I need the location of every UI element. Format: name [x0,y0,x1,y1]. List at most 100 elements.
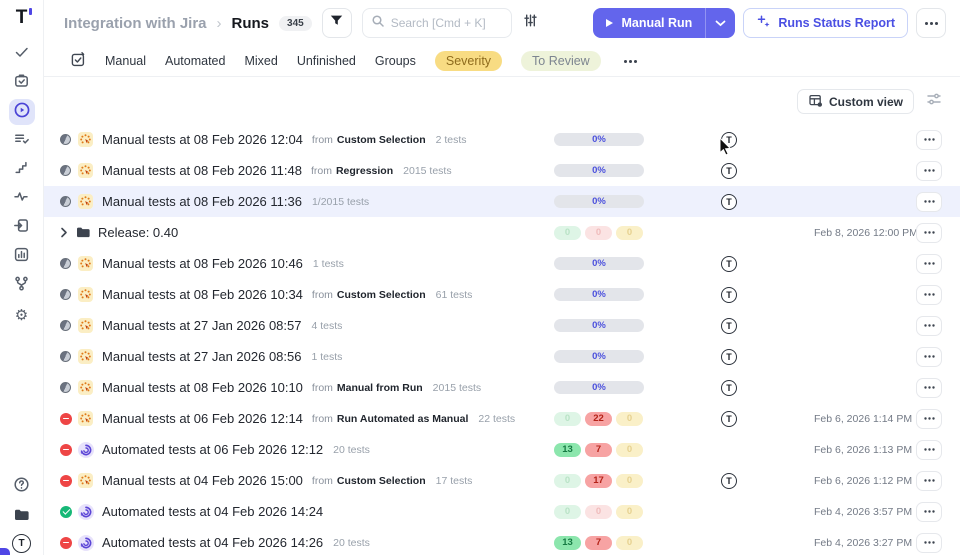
assignee-avatar[interactable]: T [721,162,737,179]
sidebar-item-runs[interactable] [8,99,35,125]
tests-count: 20 tests [333,536,370,549]
ellipsis-icon [923,262,927,265]
sidebar-item-reports[interactable] [9,244,35,270]
progress-bar: 0% [554,288,644,301]
assignee-avatar[interactable]: T [721,348,737,365]
run-row[interactable]: Manual tests at 04 Feb 2026 15:00 from C… [44,465,960,496]
assignee-avatar[interactable]: T [721,255,737,272]
import-box-icon [13,217,30,239]
row-menu-button[interactable] [916,160,942,181]
select-all-icon[interactable] [70,51,86,72]
manual-run-icon [78,411,93,426]
bar-chart-icon [13,246,30,268]
tab-automated[interactable]: Automated [165,54,225,68]
sidebar-item-projects[interactable] [9,504,35,530]
row-menu-button[interactable] [916,346,942,367]
assignee-avatar[interactable]: T [721,193,737,210]
manual-run-dropdown-button[interactable] [705,8,736,38]
run-row[interactable]: Manual tests at 27 Jan 2026 08:57 4 test… [44,310,960,341]
run-title: Manual tests at 08 Feb 2026 10:46 [102,256,303,271]
tab-mixed[interactable]: Mixed [244,54,277,68]
folder-icon [14,508,30,527]
tab-groups[interactable]: Groups [375,54,416,68]
view-adjust-icon[interactable] [926,92,942,111]
row-menu-button[interactable] [916,408,942,429]
run-row[interactable]: Manual tests at 08 Feb 2026 10:34 from C… [44,279,960,310]
count-pill: 0 [585,504,612,519]
corner-widget[interactable] [0,548,10,555]
group-row[interactable]: Release: 0.40 000 Feb 8, 2026 12:00 PM [44,217,960,248]
assignee-avatar[interactable]: T [721,131,737,148]
run-row[interactable]: Manual tests at 08 Feb 2026 11:48 from R… [44,155,960,186]
sidebar-item-suites[interactable] [9,128,35,154]
run-status-icon [60,382,78,393]
assignee-avatar[interactable]: T [721,472,737,489]
sidebar-item-branches[interactable] [9,273,35,299]
run-row[interactable]: Manual tests at 08 Feb 2026 10:10 from M… [44,372,960,403]
row-menu-button[interactable] [916,439,942,460]
progress-bar: 0% [554,381,644,394]
run-row[interactable]: Manual tests at 27 Jan 2026 08:56 1 test… [44,341,960,372]
row-menu-button[interactable] [916,470,942,491]
assignee-avatar[interactable]: T [721,286,737,303]
assignee-avatar[interactable]: T [721,317,737,334]
assignee-avatar[interactable]: T [721,379,737,396]
sidebar-item-steps[interactable] [9,157,35,183]
row-menu-button[interactable] [916,191,942,212]
sidebar-item-import[interactable] [9,215,35,241]
menu-cell [916,253,942,274]
group-chevron-icon[interactable] [60,227,76,238]
tests-count: 1/2015 tests [311,195,370,208]
breadcrumb-project[interactable]: Integration with Jira [64,15,207,32]
run-row[interactable]: Manual tests at 08 Feb 2026 12:04 from C… [44,124,960,155]
menu-cell [916,160,942,181]
manual-run-button[interactable]: Manual Run [593,8,706,38]
play-icon [606,19,614,27]
run-row[interactable]: Automated tests at 04 Feb 2026 14:24 000… [44,496,960,527]
tab-unfinished[interactable]: Unfinished [297,54,356,68]
run-row[interactable]: Manual tests at 08 Feb 2026 10:46 1 test… [44,248,960,279]
run-source: Custom Selection [336,288,426,301]
row-menu-button[interactable] [916,501,942,522]
tab-to-review[interactable]: To Review [521,51,601,71]
more-tabs-icon[interactable] [623,59,627,63]
run-date: Feb 6, 2026 1:12 PM [814,474,913,487]
account-avatar[interactable]: T [12,534,31,553]
run-title: Automated tests at 04 Feb 2026 14:26 [102,535,324,550]
run-title: Manual tests at 27 Jan 2026 08:57 [102,318,302,333]
run-type-icon [78,411,102,426]
run-row[interactable]: Manual tests at 06 Feb 2026 12:14 from R… [44,403,960,434]
filter-tab-bar: Manual Automated Mixed Unfinished Groups… [44,46,960,77]
sidebar-item-analytics[interactable] [9,186,35,212]
adjustments-icon[interactable] [522,12,539,34]
sidebar-item-help[interactable] [9,474,35,500]
custom-view-button[interactable]: Custom view [796,89,914,114]
run-title-cell: Automated tests at 06 Feb 2026 12:12 20 … [102,442,554,457]
more-actions-button[interactable] [916,8,946,38]
run-title-cell: Manual tests at 08 Feb 2026 10:46 1 test… [102,256,554,271]
sidebar-item-tests[interactable] [9,41,35,67]
sidebar-item-settings[interactable]: ⚙ [9,302,35,328]
run-row[interactable]: Automated tests at 04 Feb 2026 14:26 20 … [44,527,960,555]
run-date: Feb 4, 2026 3:27 PM [814,536,913,549]
row-menu-button[interactable] [916,315,942,336]
tab-severity[interactable]: Severity [434,51,503,71]
search-input[interactable] [390,16,503,30]
filter-button[interactable] [321,8,352,38]
row-menu-button[interactable] [916,377,942,398]
assignee-avatar[interactable]: T [721,410,737,427]
manual-run-icon [78,349,93,364]
run-title-cell: Automated tests at 04 Feb 2026 14:24 [102,504,554,519]
runs-status-report-button[interactable]: Runs Status Report [743,8,908,38]
app-logo[interactable]: T [16,8,32,27]
row-menu-button[interactable] [916,284,942,305]
tab-manual[interactable]: Manual [105,54,146,68]
row-menu-button[interactable] [916,253,942,274]
row-menu-button[interactable] [916,129,942,150]
run-row[interactable]: Manual tests at 08 Feb 2026 11:36 1/2015… [44,186,960,217]
run-row[interactable]: Automated tests at 06 Feb 2026 12:12 20 … [44,434,960,465]
progress-cell: 0% [554,350,644,363]
sidebar-item-test-plans[interactable] [9,70,35,96]
row-menu-button[interactable] [916,532,942,553]
row-menu-button[interactable] [916,222,942,243]
